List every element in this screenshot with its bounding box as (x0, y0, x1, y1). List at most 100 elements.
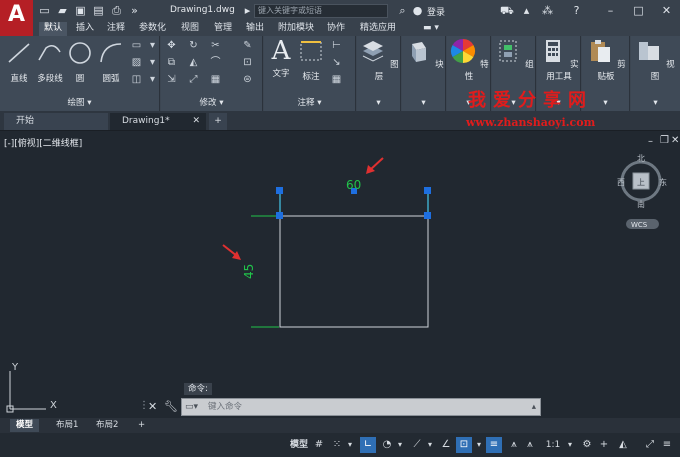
rectangle-icon[interactable]: ▭ (130, 40, 143, 52)
tab-collaborate[interactable]: 协作 (322, 22, 350, 36)
ortho-icon[interactable]: ∟ (360, 437, 376, 453)
search-icon[interactable]: ⌕ (396, 4, 409, 17)
snap-icon[interactable]: ⁙ (330, 437, 344, 453)
offset-icon[interactable]: ⊜ (241, 74, 254, 86)
save-icon[interactable]: ▣ (74, 4, 87, 17)
leader-icon[interactable]: ↘ (330, 57, 343, 69)
erase-icon[interactable]: ✎ (241, 40, 254, 52)
app-menu-button[interactable]: A (0, 0, 33, 36)
maximize-icon[interactable]: □ (632, 4, 645, 17)
grip[interactable] (276, 187, 283, 194)
close-tab-icon[interactable]: ✕ (192, 113, 200, 129)
tab-home[interactable]: 默认 (39, 22, 68, 36)
object-snap-icon[interactable]: ⊡ (456, 437, 472, 453)
settings-gear-icon[interactable]: ⚙ (580, 437, 594, 453)
polar-icon[interactable]: ◔ (380, 437, 394, 453)
user-icon[interactable]: ● (411, 4, 424, 17)
isodraft-icon[interactable]: ⟋ (410, 437, 424, 453)
properties-button[interactable]: 特性 (449, 38, 489, 82)
tab-featured-apps[interactable]: 精选应用 (355, 22, 401, 36)
command-input[interactable]: ▭▾ 键入命令 ▴ (181, 398, 541, 416)
tab-annotate[interactable]: 注释 (102, 22, 130, 36)
grip[interactable] (276, 212, 283, 219)
object-snap-tracking-icon[interactable]: ∠ (439, 437, 453, 453)
add-icon[interactable]: + (597, 437, 611, 453)
isolate-objects-icon[interactable]: ◭ (616, 437, 630, 453)
save-as-icon[interactable]: ▤ (92, 4, 105, 17)
array-icon[interactable]: ▦ (209, 74, 222, 86)
dropdown-icon[interactable]: ▾ (474, 437, 484, 453)
dropdown-icon[interactable]: ▾ (146, 57, 159, 69)
rotate-icon[interactable]: ↻ (187, 40, 200, 52)
viewcube-south[interactable]: 南 (637, 199, 645, 209)
login-link[interactable]: 登录 (427, 5, 445, 18)
tab-drawing1[interactable]: Drawing1* ✕ (110, 113, 206, 130)
cart-icon[interactable]: ⛟ (500, 4, 514, 17)
dimension-text-vertical[interactable]: 45 (242, 264, 256, 279)
annotation-visibility-icon[interactable]: ⩚ (507, 437, 521, 453)
dimension-tool[interactable]: 标注 (296, 38, 326, 82)
grip[interactable] (424, 187, 431, 194)
line-tool[interactable]: 直线 (4, 40, 34, 84)
dropdown-icon[interactable]: ▾ (425, 437, 435, 453)
scale-icon[interactable]: ⤢ (187, 74, 200, 86)
new-file-icon[interactable]: ▭ (38, 4, 51, 17)
utilities-button[interactable]: 实用工具 (537, 38, 581, 82)
open-folder-icon[interactable]: ▰ (56, 4, 69, 17)
tab-view[interactable]: 视图 (176, 22, 204, 36)
autodesk-app-icon[interactable]: ▴ (520, 4, 533, 17)
dropdown-icon[interactable]: ▾ (146, 40, 159, 52)
viewcube-east[interactable]: 东 (659, 177, 667, 187)
dropdown-icon[interactable]: ▾ (146, 74, 159, 86)
explode-icon[interactable]: ⊡ (241, 57, 254, 69)
view-panel[interactable]: 视图 ▾ (631, 36, 680, 111)
new-tab-button[interactable]: + (209, 113, 227, 130)
group-button[interactable]: 组 (494, 38, 534, 70)
drawing-canvas[interactable]: 60 45 Y X 北 南 西 东 上 WCS (0, 131, 680, 416)
dropdown-icon[interactable]: ▾ (631, 98, 680, 108)
viewcube-north[interactable]: 北 (637, 154, 645, 163)
trim-icon[interactable]: ✂ (209, 40, 222, 52)
viewcube-west[interactable]: 西 (617, 178, 625, 187)
circle-tool[interactable]: 圆 (66, 40, 94, 84)
command-history-arrow-icon[interactable]: ▴ (532, 399, 536, 415)
dropdown-icon[interactable]: ▾ (395, 437, 405, 453)
minimize-icon[interactable]: – (604, 4, 617, 17)
tab-output[interactable]: 输出 (241, 22, 269, 36)
fullscreen-icon[interactable]: ⤢ (643, 437, 657, 453)
view-button[interactable]: 视图 (633, 38, 677, 82)
share-icon[interactable]: ⁂ (541, 4, 554, 17)
tab-insert[interactable]: 插入 (71, 22, 99, 36)
tab-model[interactable]: 模型 (10, 419, 40, 432)
command-prompt-icon[interactable]: ▭▾ (185, 399, 198, 415)
stretch-icon[interactable]: ⇲ (165, 74, 178, 86)
rectangle-entity[interactable] (279, 215, 429, 328)
customization-menu-icon[interactable]: ≡ (660, 437, 674, 453)
auto-scale-icon[interactable]: ⩚ (523, 437, 537, 453)
clipboard-button[interactable]: 剪贴板 (584, 38, 628, 82)
dimension-text-horizontal[interactable]: 60 (346, 178, 361, 192)
modify-panel-title[interactable]: 修改 ▾ (161, 96, 262, 108)
tab-addins[interactable]: 附加模块 (273, 22, 319, 36)
layers-panel[interactable]: 图层 ▾ (357, 36, 401, 111)
tab-layout1[interactable]: 布局1 (50, 419, 84, 432)
annotation-panel-title[interactable]: 注释 ▾ (264, 96, 355, 108)
model-space-toggle[interactable]: 模型 (288, 437, 310, 453)
table-icon[interactable]: ▦ (330, 74, 343, 86)
gradient-icon[interactable]: ◫ (130, 74, 143, 86)
mirror-icon[interactable]: ◭ (187, 57, 200, 69)
tab-options-icon[interactable]: ▬ ▾ (418, 22, 444, 36)
annotation-scale[interactable]: 1:1 (542, 437, 564, 453)
search-expand-icon[interactable]: ▸ (241, 4, 254, 17)
tab-manage[interactable]: 管理 (209, 22, 237, 36)
tab-parametric[interactable]: 参数化 (134, 22, 171, 36)
dropdown-icon[interactable]: ▾ (345, 437, 355, 453)
search-input[interactable]: 键入关键字或短语 (254, 4, 388, 18)
tab-start[interactable]: 开始 (4, 113, 108, 130)
dropdown-icon[interactable]: ▾ (402, 98, 445, 108)
close-command-icon[interactable]: ✕ (148, 400, 157, 413)
lineweight-icon[interactable]: ≡ (486, 437, 502, 453)
text-tool[interactable]: A 文字 (266, 38, 296, 79)
grip[interactable] (424, 212, 431, 219)
draw-panel-title[interactable]: 绘图 ▾ (0, 96, 159, 108)
